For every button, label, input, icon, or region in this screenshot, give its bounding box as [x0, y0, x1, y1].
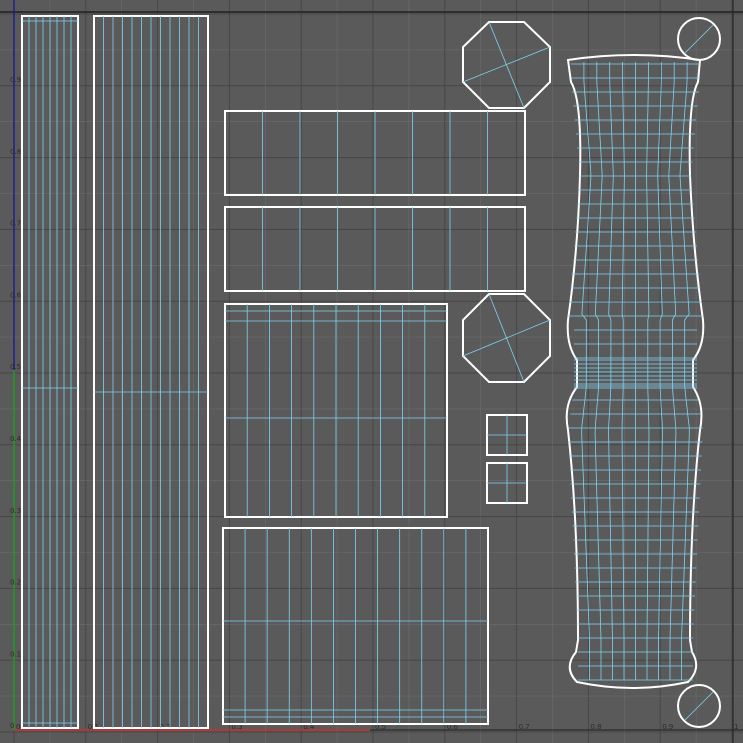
u-tick-label: 0.9: [662, 723, 673, 731]
v-tick-label: 0.3: [10, 507, 21, 515]
v-tick-label: 0.4: [10, 435, 22, 443]
v-tick-label: 0.9: [10, 76, 21, 84]
v-tick-label: 0.8: [10, 148, 21, 156]
v-tick-label: 0.1: [10, 650, 21, 658]
u-tick-label: 0.8: [590, 723, 601, 731]
u-tick-label: 1: [734, 723, 738, 731]
v-tick-label: 0.6: [10, 291, 22, 299]
u-tick-label: 0.7: [519, 723, 530, 731]
v-tick-label: 0.2: [10, 579, 21, 587]
v-tick-label: 0.7: [10, 220, 21, 228]
v-tick-label: 0: [10, 722, 14, 730]
u-tick-label: 0: [16, 723, 20, 731]
v-tick-label: 0.5: [10, 363, 21, 371]
uv-texture-editor-canvas[interactable]: 0 0.1 0.2 0.3 0.4 0.5 0.6 0.7 0.8 0.9 10.90.80.70.…: [0, 0, 743, 743]
